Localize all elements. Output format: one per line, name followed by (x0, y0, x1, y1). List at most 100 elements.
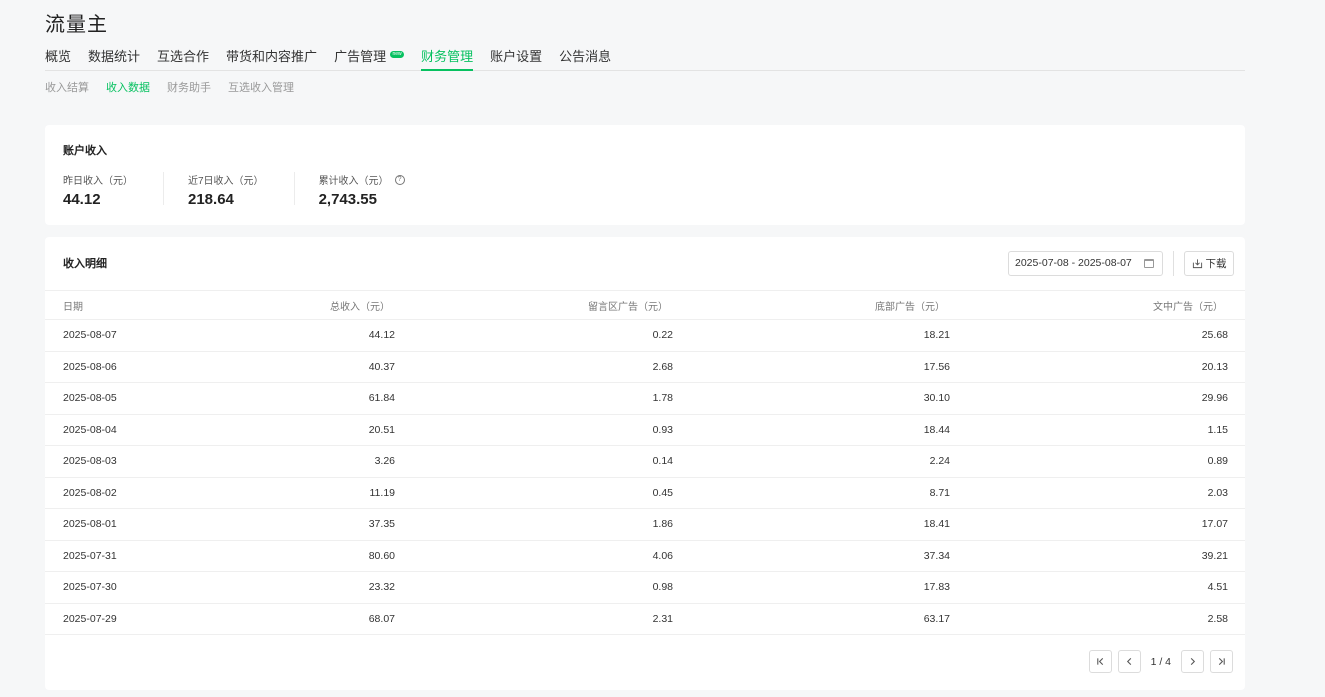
table-row: 2025-07-29 68.07 2.31 63.17 2.58 (45, 604, 1245, 635)
stat-value: 218.64 (188, 191, 234, 208)
col-date: 日期 (63, 301, 83, 313)
table-row: 2025-07-31 80.60 4.06 37.34 39.21 (45, 541, 1245, 572)
cell-date: 2025-08-05 (63, 392, 117, 405)
last-page-button[interactable] (1210, 650, 1233, 673)
tab-label: 广告管理 (334, 49, 387, 64)
subtab-finance-assistant[interactable]: 财务助手 (167, 79, 211, 95)
tab-data-statistics[interactable]: 数据统计 (88, 49, 140, 70)
cell-total-income: 68.07 (368, 612, 395, 625)
tab-label: 概览 (45, 49, 72, 64)
sub-nav-tabs: 收入结算 收入数据 财务助手 互选收入管理 (45, 79, 294, 95)
cell-bottom-ad: 17.83 (923, 581, 950, 594)
tab-mutual-cooperation[interactable]: 互选合作 (157, 49, 209, 70)
cell-bottom-ad: 18.44 (923, 423, 950, 436)
calendar-icon (1144, 259, 1154, 268)
cell-inline-ad: 39.21 (1201, 549, 1228, 562)
cell-comment-ad: 0.14 (652, 455, 673, 468)
tab-ad-management[interactable]: 广告管理 new (334, 49, 405, 70)
first-page-icon (1096, 657, 1103, 666)
cell-comment-ad: 0.45 (652, 486, 673, 499)
cell-inline-ad: 17.07 (1201, 518, 1228, 531)
cell-total-income: 11.19 (369, 486, 396, 499)
cell-comment-ad: 2.68 (652, 360, 673, 373)
stat-yesterday: 昨日收入（元） 44.12 (63, 172, 164, 208)
cell-date: 2025-07-31 (63, 549, 117, 562)
cell-total-income: 61.84 (368, 392, 395, 405)
income-detail-card: 收入明细 2025-07-08 - 2025-08-07 下载 日期 总收入（元… (45, 237, 1245, 690)
cell-bottom-ad: 30.10 (923, 392, 950, 405)
stat-label-text: 近7日收入（元） (188, 176, 264, 187)
help-icon[interactable]: ? (394, 174, 405, 185)
tab-announcements[interactable]: 公告消息 (559, 49, 611, 70)
subtab-income-settlement[interactable]: 收入结算 (45, 79, 89, 95)
account-income-title: 账户收入 (63, 145, 107, 157)
cell-inline-ad: 4.51 (1207, 581, 1228, 594)
cell-inline-ad: 0.89 (1207, 455, 1228, 468)
new-badge: new (390, 51, 405, 58)
cell-total-income: 44.12 (368, 329, 395, 342)
col-comment-ad: 留言区广告（元） (588, 301, 668, 313)
table-row: 2025-08-07 44.12 0.22 18.21 25.68 (45, 320, 1245, 352)
cell-inline-ad: 2.58 (1207, 612, 1228, 625)
cell-total-income: 23.32 (368, 581, 395, 594)
cell-total-income: 40.37 (368, 360, 395, 373)
cell-total-income: 80.60 (368, 549, 395, 562)
cell-date: 2025-08-04 (63, 423, 117, 436)
app-title: 流量主 (45, 14, 108, 36)
stat-value: 44.12 (63, 191, 101, 208)
download-button[interactable]: 下载 (1184, 251, 1234, 276)
tab-finance-management[interactable]: 财务管理 (421, 49, 474, 71)
tab-label: 互选合作 (157, 49, 210, 64)
cell-date: 2025-07-30 (63, 581, 117, 594)
col-inline-ad: 文中广告（元） (1153, 301, 1223, 313)
income-stats: 昨日收入（元） 44.12 近7日收入（元） 218.64 累计收入（元）? 2… (63, 172, 459, 208)
cell-total-income: 37.35 (368, 518, 395, 531)
cell-date: 2025-08-02 (63, 486, 117, 499)
divider (1173, 251, 1174, 276)
stat-cumulative: 累计收入（元）? 2,743.55 (319, 172, 435, 208)
tab-label: 财务管理 (421, 49, 474, 64)
tab-label: 公告消息 (559, 49, 612, 64)
pagination: 1 / 4 (1088, 650, 1233, 673)
cell-comment-ad: 0.93 (652, 423, 673, 436)
last-page-icon (1218, 657, 1225, 666)
col-bottom-ad: 底部广告（元） (875, 301, 945, 313)
tab-label: 数据统计 (88, 49, 141, 64)
cell-date: 2025-08-07 (63, 329, 117, 342)
table-row: 2025-08-05 61.84 1.78 30.10 29.96 (45, 383, 1245, 415)
download-icon (1192, 259, 1202, 269)
cell-inline-ad: 25.68 (1201, 329, 1228, 342)
prev-page-button[interactable] (1117, 650, 1141, 673)
table-row: 2025-07-30 23.32 0.98 17.83 4.51 (45, 572, 1245, 604)
cell-bottom-ad: 8.71 (929, 486, 950, 499)
subtab-mutual-income[interactable]: 互选收入管理 (228, 79, 294, 95)
table-row: 2025-08-04 20.51 0.93 18.44 1.15 (45, 415, 1245, 446)
chevron-right-icon (1190, 657, 1196, 666)
tab-label: 带货和内容推广 (226, 49, 318, 64)
cell-total-income: 3.26 (374, 455, 395, 468)
cell-bottom-ad: 2.24 (929, 455, 950, 468)
table-row: 2025-08-02 11.19 0.45 8.71 2.03 (45, 478, 1245, 509)
stat-label: 累计收入（元）? (319, 172, 405, 187)
subtab-income-data[interactable]: 收入数据 (106, 79, 150, 95)
tab-commerce-promotion[interactable]: 带货和内容推广 (226, 49, 317, 70)
cell-comment-ad: 0.98 (652, 581, 673, 594)
cell-comment-ad: 0.22 (652, 329, 673, 342)
date-range-picker[interactable]: 2025-07-08 - 2025-08-07 (1008, 251, 1163, 276)
income-table: 日期 总收入（元） 留言区广告（元） 底部广告（元） 文中广告（元） 2025-… (45, 290, 1245, 635)
tab-account-settings[interactable]: 账户设置 (490, 49, 542, 70)
first-page-button[interactable] (1088, 650, 1112, 673)
income-detail-title: 收入明细 (63, 258, 107, 270)
cell-comment-ad: 1.78 (652, 392, 673, 405)
cell-date: 2025-08-01 (63, 518, 117, 531)
cell-bottom-ad: 63.17 (923, 612, 950, 625)
date-range-text: 2025-07-08 - 2025-08-07 (1015, 257, 1132, 269)
table-row: 2025-08-01 37.35 1.86 18.41 17.07 (45, 509, 1245, 541)
tab-overview[interactable]: 概览 (45, 49, 71, 70)
stat-last-7-days: 近7日收入（元） 218.64 (188, 172, 295, 208)
cell-comment-ad: 1.86 (652, 518, 673, 531)
tab-label: 账户设置 (490, 49, 543, 64)
table-row: 2025-08-03 3.26 0.14 2.24 0.89 (45, 446, 1245, 478)
next-page-button[interactable] (1181, 650, 1204, 673)
table-header: 日期 总收入（元） 留言区广告（元） 底部广告（元） 文中广告（元） (45, 290, 1245, 320)
